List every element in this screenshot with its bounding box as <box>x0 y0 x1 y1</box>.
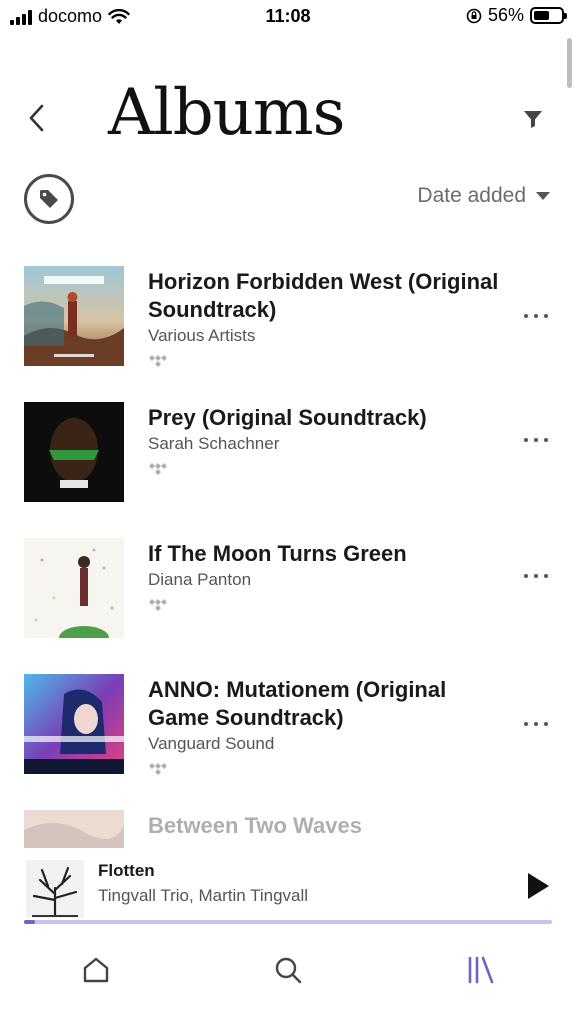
album-row[interactable]: If The Moon Turns Green Diana Panton <box>0 534 576 644</box>
album-title: Prey (Original Soundtrack) <box>148 405 427 430</box>
album-cover-art <box>24 674 124 774</box>
album-artist: Vanguard Sound <box>148 734 275 753</box>
home-icon <box>83 957 109 983</box>
album-cover <box>24 402 124 502</box>
chevron-left-icon <box>29 104 44 132</box>
battery-percentage: 56% <box>487 5 524 25</box>
page-title: Albums <box>108 76 345 150</box>
now-playing-title: Flotten <box>98 861 155 880</box>
back-button[interactable] <box>20 96 52 140</box>
tidal-icon <box>149 599 167 611</box>
album-cover-art <box>24 266 124 366</box>
now-playing-cover <box>26 860 84 918</box>
search-icon <box>275 957 302 984</box>
album-artist: Diana Panton <box>148 570 252 589</box>
tab-search[interactable] <box>268 950 308 990</box>
album-cover <box>24 810 124 852</box>
album-title: Horizon Forbidden West (Original Soundtr… <box>148 269 499 322</box>
now-playing-artist: Tingvall Trio, Martin Tingvall <box>98 886 309 905</box>
album-info: Horizon Forbidden West (Original Soundtr… <box>148 268 508 368</box>
mini-player[interactable]: Flotten Tingvall Trio, Martin Tingvall <box>0 848 576 928</box>
status-right: 56% <box>466 5 567 26</box>
album-cover-art <box>24 810 124 852</box>
more-options-button[interactable] <box>520 430 552 450</box>
tidal-icon <box>149 763 167 775</box>
album-row[interactable]: ANNO: Mutationem (Original Game Soundtra… <box>0 670 576 780</box>
album-info: If The Moon Turns Green Diana Panton <box>148 540 508 612</box>
scroll-indicator[interactable] <box>567 38 572 88</box>
tab-library[interactable] <box>460 950 500 990</box>
album-artist: Sarah Schachner <box>148 434 280 453</box>
filter-button[interactable] <box>518 104 548 134</box>
more-options-button[interactable] <box>520 306 552 326</box>
library-icon <box>468 956 494 984</box>
tag-icon <box>40 190 58 208</box>
album-info: Between Two Waves <box>148 812 508 840</box>
more-options-button[interactable] <box>520 566 552 586</box>
album-title: If The Moon Turns Green <box>148 541 407 566</box>
playback-progress-bar[interactable] <box>24 920 552 924</box>
tidal-icon <box>149 463 167 475</box>
tab-home[interactable] <box>76 950 116 990</box>
album-cover-art <box>24 538 124 638</box>
album-cover <box>24 266 124 366</box>
album-info: ANNO: Mutationem (Original Game Soundtra… <box>148 676 508 776</box>
album-row[interactable]: Prey (Original Soundtrack) Sarah Schachn… <box>0 398 576 508</box>
album-cover <box>24 538 124 638</box>
sort-label: Date added <box>417 184 526 207</box>
album-title: Between Two Waves <box>148 813 362 838</box>
tidal-icon <box>149 355 167 367</box>
more-options-button[interactable] <box>520 714 552 734</box>
play-button[interactable] <box>520 868 556 904</box>
now-playing-cover-art <box>26 860 84 918</box>
tag-button[interactable] <box>24 174 74 224</box>
album-cover-art <box>24 402 124 502</box>
album-row[interactable]: Horizon Forbidden West (Original Soundtr… <box>0 262 576 372</box>
caret-down-icon <box>536 192 550 200</box>
filter-icon <box>524 111 542 128</box>
sort-dropdown[interactable]: Date added <box>417 184 550 208</box>
album-cover <box>24 674 124 774</box>
status-bar: docomo 11:08 56% <box>0 0 576 34</box>
tab-bar <box>0 930 576 1024</box>
album-artist: Various Artists <box>148 326 256 345</box>
playback-progress-fill <box>24 920 35 924</box>
battery-icon <box>530 7 567 24</box>
album-info: Prey (Original Soundtrack) Sarah Schachn… <box>148 404 508 476</box>
play-icon <box>528 873 549 899</box>
album-title: ANNO: Mutationem (Original Game Soundtra… <box>148 677 447 730</box>
orientation-lock-icon <box>466 8 482 23</box>
